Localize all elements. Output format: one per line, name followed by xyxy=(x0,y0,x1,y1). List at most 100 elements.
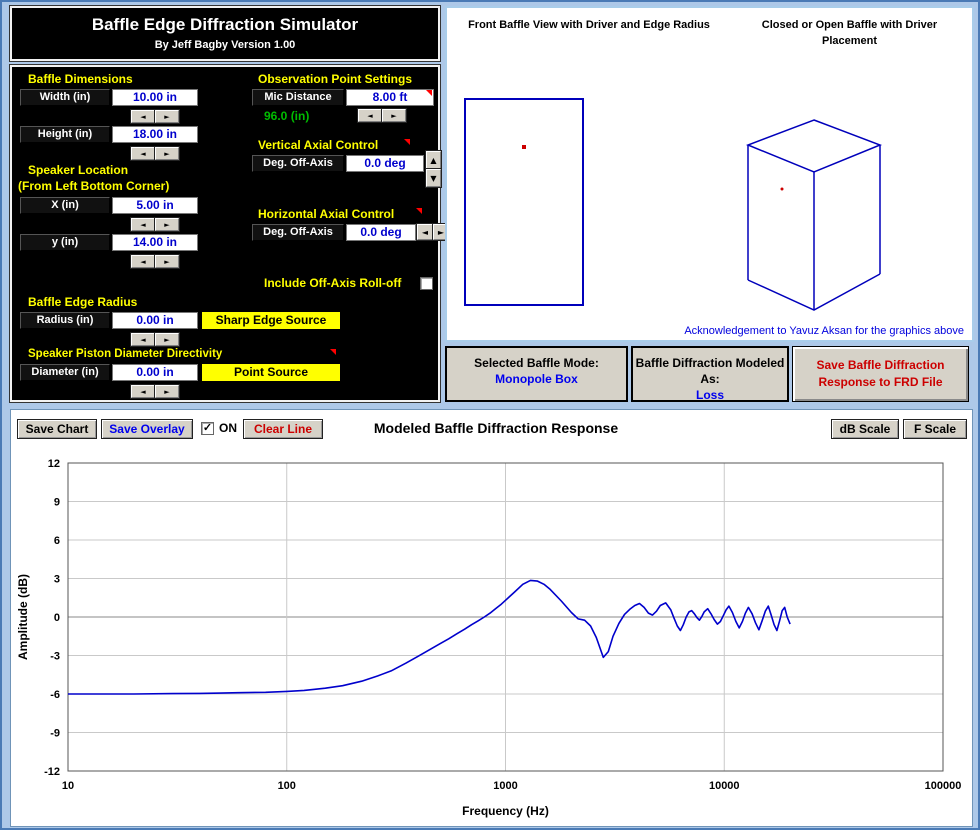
front-view-title: Front Baffle View with Driver and Edge R… xyxy=(459,18,719,34)
radius-spin-right-button[interactable]: ► xyxy=(155,333,179,346)
horizontal-offaxis-value[interactable]: 0.0 deg xyxy=(346,224,416,241)
response-curve xyxy=(68,580,790,694)
diameter-value[interactable]: 0.00 in xyxy=(112,364,198,381)
mic-spin-right-button[interactable]: ► xyxy=(382,109,406,122)
diameter-spin-right-button[interactable]: ► xyxy=(155,385,179,398)
spin-left-icon: ◄ xyxy=(140,113,145,121)
diameter-spin-left-button[interactable]: ◄ xyxy=(131,385,155,398)
y-tick-label: 3 xyxy=(54,574,60,586)
width-spin-right-button[interactable]: ► xyxy=(155,110,179,123)
height-spinner: ◄ ► xyxy=(131,147,179,160)
y-spin-left-button[interactable]: ◄ xyxy=(131,255,155,268)
spin-left-icon: ◄ xyxy=(422,228,428,237)
radius-value[interactable]: 0.00 in xyxy=(112,312,198,329)
x-tick-label: 100000 xyxy=(925,780,962,792)
baffle-dimensions-heading: Baffle Dimensions xyxy=(28,72,133,86)
edge-source-mode: Sharp Edge Source xyxy=(202,312,340,329)
spin-down-icon: ▼ xyxy=(430,174,436,183)
y-label: y (in) xyxy=(20,234,110,251)
baffle-mode-label: Selected Baffle Mode: xyxy=(447,355,626,371)
diameter-label: Diameter (in) xyxy=(20,364,110,381)
overlay-on-checkbox[interactable]: ✓ xyxy=(201,422,214,435)
vertical-offaxis-label: Deg. Off-Axis xyxy=(252,155,344,172)
spin-right-icon: ► xyxy=(438,228,444,237)
save-frd-button[interactable]: Save Baffle Diffraction Response to FRD … xyxy=(792,346,969,402)
horizontal-offaxis-label: Deg. Off-Axis xyxy=(252,224,344,241)
chart-panel: Save Chart Save Overlay ✓ ON Clear Line … xyxy=(10,409,973,827)
mic-spin-left-button[interactable]: ◄ xyxy=(358,109,382,122)
spin-left-icon: ◄ xyxy=(140,388,145,396)
clear-line-button[interactable]: Clear Line xyxy=(243,419,323,439)
x-spin-right-button[interactable]: ► xyxy=(155,218,179,231)
spin-right-icon: ► xyxy=(391,112,396,120)
x-value[interactable]: 5.00 in xyxy=(112,197,198,214)
overlay-on-label: ON xyxy=(219,421,237,435)
y-axis-title: Amplitude (dB) xyxy=(16,574,30,660)
y-tick-label: 0 xyxy=(54,612,60,624)
width-spin-left-button[interactable]: ◄ xyxy=(131,110,155,123)
y-value[interactable]: 14.00 in xyxy=(112,234,198,251)
spin-left-icon: ◄ xyxy=(140,150,145,158)
graphics-panel: Front Baffle View with Driver and Edge R… xyxy=(445,6,974,342)
modeled-as-value: Loss xyxy=(633,387,787,403)
vertical-spin-up-button[interactable]: ▲ xyxy=(426,151,441,169)
mic-distance-label: Mic Distance xyxy=(252,89,344,106)
x-tick-label: 100 xyxy=(278,780,296,792)
y-tick-label: -9 xyxy=(50,728,60,740)
y-tick-label: -6 xyxy=(50,689,60,701)
horizontal-spin-left-button[interactable]: ◄ xyxy=(417,224,433,240)
y-tick-label: 9 xyxy=(54,497,60,509)
offaxis-rolloff-checkbox[interactable] xyxy=(420,277,433,290)
chart-title: Modeled Baffle Diffraction Response xyxy=(331,420,661,436)
spin-right-icon: ► xyxy=(164,258,169,266)
width-spinner: ◄ ► xyxy=(131,110,179,123)
app-title-box: Baffle Edge Diffraction Simulator By Jef… xyxy=(10,6,440,61)
x-label: X (in) xyxy=(20,197,110,214)
observation-heading: Observation Point Settings xyxy=(258,72,412,86)
radius-spinner: ◄ ► xyxy=(131,333,179,346)
control-panel: Baffle Dimensions Width (in) 10.00 in ◄ … xyxy=(10,65,440,402)
mic-distance-spinner: ◄ ► xyxy=(358,109,406,122)
baffle-mode-box: Selected Baffle Mode: Monopole Box xyxy=(445,346,628,402)
spin-left-icon: ◄ xyxy=(140,221,145,229)
front-baffle-outline xyxy=(464,98,584,306)
check-icon: ✓ xyxy=(203,422,212,434)
box-view-title: Closed or Open Baffle with Driver Placem… xyxy=(747,18,952,50)
save-chart-button[interactable]: Save Chart xyxy=(17,419,97,439)
comment-marker-icon xyxy=(404,139,410,145)
spin-right-icon: ► xyxy=(164,221,169,229)
response-chart: -12-9-6-303691210100100010000100000Frequ… xyxy=(11,440,972,824)
baffle-mode-value: Monopole Box xyxy=(447,371,626,387)
y-tick-label: -3 xyxy=(50,651,60,663)
comment-marker-icon xyxy=(330,349,336,355)
height-value[interactable]: 18.00 in xyxy=(112,126,198,143)
height-spin-left-button[interactable]: ◄ xyxy=(131,147,155,160)
mic-distance-value[interactable]: 8.00 ft xyxy=(346,89,434,106)
spin-right-icon: ► xyxy=(164,388,169,396)
save-overlay-button[interactable]: Save Overlay xyxy=(101,419,193,439)
mic-distance-inches: 96.0 (in) xyxy=(264,109,309,123)
vertical-spin-down-button[interactable]: ▼ xyxy=(426,169,441,187)
radius-label: Radius (in) xyxy=(20,312,110,329)
driver-position-dot xyxy=(781,188,784,191)
vertical-offaxis-value[interactable]: 0.0 deg xyxy=(346,155,424,172)
width-value[interactable]: 10.00 in xyxy=(112,89,198,106)
spin-left-icon: ◄ xyxy=(140,258,145,266)
diameter-spinner: ◄ ► xyxy=(131,385,179,398)
radius-spin-left-button[interactable]: ◄ xyxy=(131,333,155,346)
spin-up-icon: ▲ xyxy=(430,156,436,165)
spin-right-icon: ► xyxy=(164,113,169,121)
spin-right-icon: ► xyxy=(164,150,169,158)
spin-left-icon: ◄ xyxy=(140,336,145,344)
x-tick-label: 10000 xyxy=(709,780,740,792)
y-tick-label: 12 xyxy=(48,458,60,470)
x-tick-label: 10 xyxy=(62,780,74,792)
f-scale-button[interactable]: F Scale xyxy=(903,419,967,439)
db-scale-button[interactable]: dB Scale xyxy=(831,419,899,439)
x-spin-left-button[interactable]: ◄ xyxy=(131,218,155,231)
baffle-edge-radius-heading: Baffle Edge Radius xyxy=(28,295,137,309)
comment-marker-icon xyxy=(416,208,422,214)
y-spin-right-button[interactable]: ► xyxy=(155,255,179,268)
spin-left-icon: ◄ xyxy=(367,112,372,120)
height-spin-right-button[interactable]: ► xyxy=(155,147,179,160)
